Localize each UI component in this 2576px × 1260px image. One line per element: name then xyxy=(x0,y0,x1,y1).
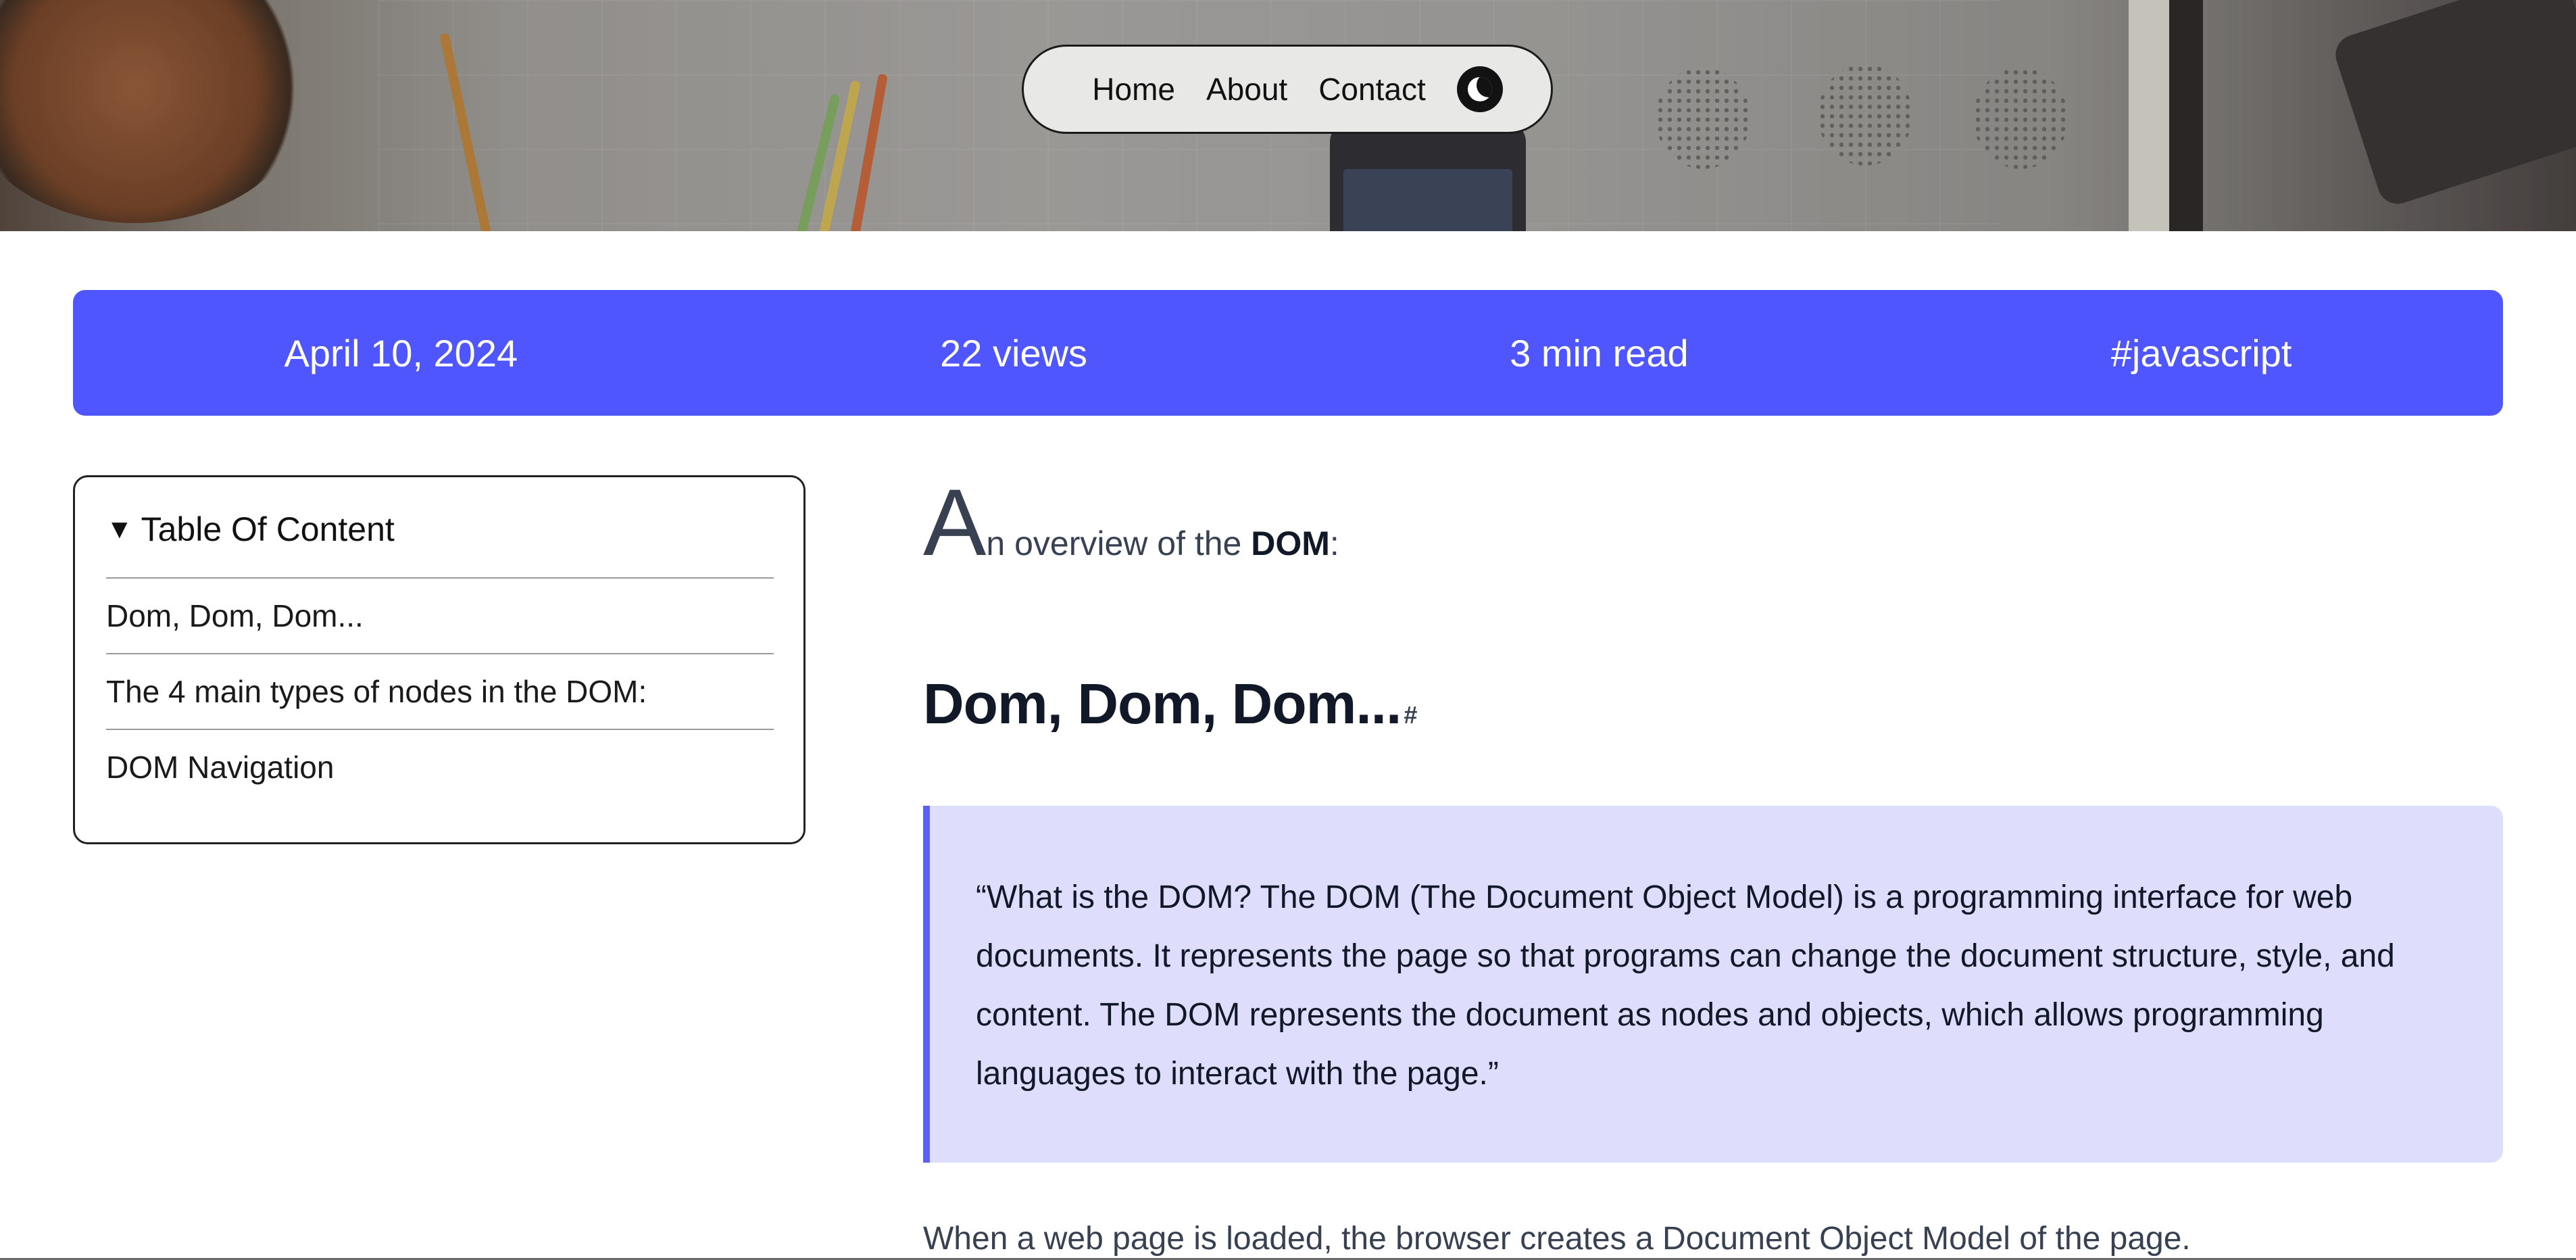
blockquote: “What is the DOM? The DOM (The Document … xyxy=(923,806,2503,1163)
nav-link-contact[interactable]: Contact xyxy=(1318,71,1426,107)
article-body: An overview of the DOM: Dom, Dom, Dom...… xyxy=(923,475,2503,1257)
lead-bold: DOM xyxy=(1251,525,1330,562)
post-read-time: 3 min read xyxy=(1510,331,1689,374)
article-lead: An overview of the DOM: xyxy=(923,475,2503,577)
toc-title: Table Of Content xyxy=(141,510,395,548)
quote-text: “What is the DOM? The DOM (The Document … xyxy=(976,879,2395,1092)
article-paragraph: When a web page is loaded, the browser c… xyxy=(923,1221,2191,1257)
drop-cap: A xyxy=(923,469,987,575)
post-date: April 10, 2024 xyxy=(284,331,518,374)
lead-colon: : xyxy=(1329,525,1339,562)
toc-item[interactable]: DOM Navigation xyxy=(106,729,774,804)
heading-anchor-link[interactable]: # xyxy=(1404,701,1417,729)
toc-item[interactable]: Dom, Dom, Dom... xyxy=(106,577,774,653)
lead-text: n overview of the xyxy=(986,525,1252,562)
toc-toggle[interactable]: ▼ Table Of Content xyxy=(106,510,774,549)
nav-link-about[interactable]: About xyxy=(1206,71,1287,107)
post-tag[interactable]: #javascript xyxy=(2111,331,2292,375)
nav-link-home[interactable]: Home xyxy=(1092,71,1175,107)
moon-icon xyxy=(1467,77,1492,101)
table-of-contents: ▼ Table Of Content Dom, Dom, Dom... The … xyxy=(73,475,806,844)
top-nav: Home About Contact xyxy=(1022,45,1553,134)
theme-toggle-button[interactable] xyxy=(1456,66,1503,112)
post-views: 22 views xyxy=(940,331,1088,374)
section-heading-text: Dom, Dom, Dom... xyxy=(923,672,1402,735)
toc-item[interactable]: The 4 main types of nodes in the DOM: xyxy=(106,653,774,729)
section-heading: Dom, Dom, Dom... # xyxy=(923,671,1417,737)
triangle-down-icon: ▼ xyxy=(106,514,133,544)
post-meta-bar: April 10, 2024 22 views 3 min read #java… xyxy=(73,290,2503,416)
